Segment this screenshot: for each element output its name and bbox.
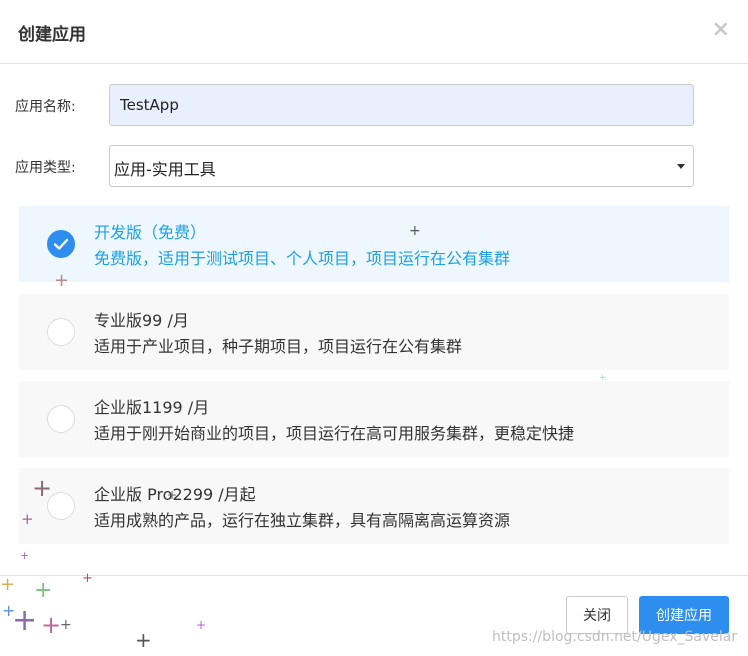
- sparkle-decoration: +: [20, 549, 30, 562]
- plan-option-dev[interactable]: 开发版（免费） 免费版，适用于测试项目、个人项目，项目运行在公有集群: [19, 206, 729, 282]
- radio-circle-icon: [47, 405, 75, 433]
- app-type-label: 应用类型:: [15, 160, 76, 176]
- sparkle-decoration: +: [12, 603, 38, 638]
- app-type-select[interactable]: 应用-实用工具: [109, 145, 694, 187]
- sparkle-decoration: +: [21, 510, 34, 528]
- sparkle-decoration: +: [135, 628, 152, 652]
- dialog-header: 创建应用 ×: [0, 0, 748, 64]
- sparkle-decoration: +: [167, 488, 178, 502]
- caret-down-icon: [677, 164, 685, 169]
- sparkle-decoration: +: [41, 611, 62, 639]
- plan-option-pro[interactable]: 专业版99 /月 适用于产业项目，种子期项目，项目运行在公有集群: [19, 294, 729, 370]
- sparkle-decoration: +: [34, 578, 53, 603]
- plan-name: 专业版99 /月: [94, 311, 189, 330]
- plan-option-enterprise[interactable]: 企业版1199 /月 适用于刚开始商业的项目，项目运行在高可用服务集群，更稳定快…: [19, 381, 729, 457]
- sparkle-decoration: +: [82, 571, 93, 586]
- watermark-url: https://blog.csdn.net/Ugex_Savelar: [492, 629, 738, 645]
- plan-description: 适用于刚开始商业的项目，项目运行在高可用服务集群，更稳定快捷: [94, 424, 575, 443]
- plan-description: 免费版，适用于测试项目、个人项目，项目运行在公有集群: [94, 249, 511, 268]
- radio-circle-icon: [47, 318, 75, 346]
- dialog-title: 创建应用: [18, 25, 86, 45]
- sparkle-decoration: +: [409, 223, 421, 239]
- plan-name: 开发版（免费）: [94, 223, 207, 242]
- sparkle-decoration: +: [196, 618, 207, 632]
- sparkle-decoration: +: [0, 574, 16, 595]
- plan-name: 企业版1199 /月: [94, 398, 210, 417]
- sparkle-decoration: +: [60, 617, 72, 633]
- plan-option-enterprise-pro[interactable]: 企业版 Pro2299 /月起 适用成熟的产品，运行在独立集群，具有高隔离高运算…: [19, 468, 729, 544]
- sparkle-decoration: +: [32, 474, 53, 502]
- check-circle-icon: [47, 230, 75, 258]
- create-app-dialog: 创建应用 × 应用名称: 应用类型: 应用-实用工具 开发版（免费） 免费版，适…: [0, 0, 748, 656]
- sparkle-decoration: +: [54, 270, 70, 291]
- plan-description: 适用成熟的产品，运行在独立集群，具有高隔离高运算资源: [94, 511, 511, 530]
- plan-description: 适用于产业项目，种子期项目，项目运行在公有集群: [94, 337, 463, 356]
- close-icon[interactable]: ×: [712, 16, 730, 44]
- app-name-label: 应用名称:: [15, 99, 76, 115]
- sparkle-decoration: +: [599, 373, 607, 383]
- app-type-selected-value: 应用-实用工具: [114, 160, 216, 179]
- app-name-input[interactable]: [109, 84, 694, 126]
